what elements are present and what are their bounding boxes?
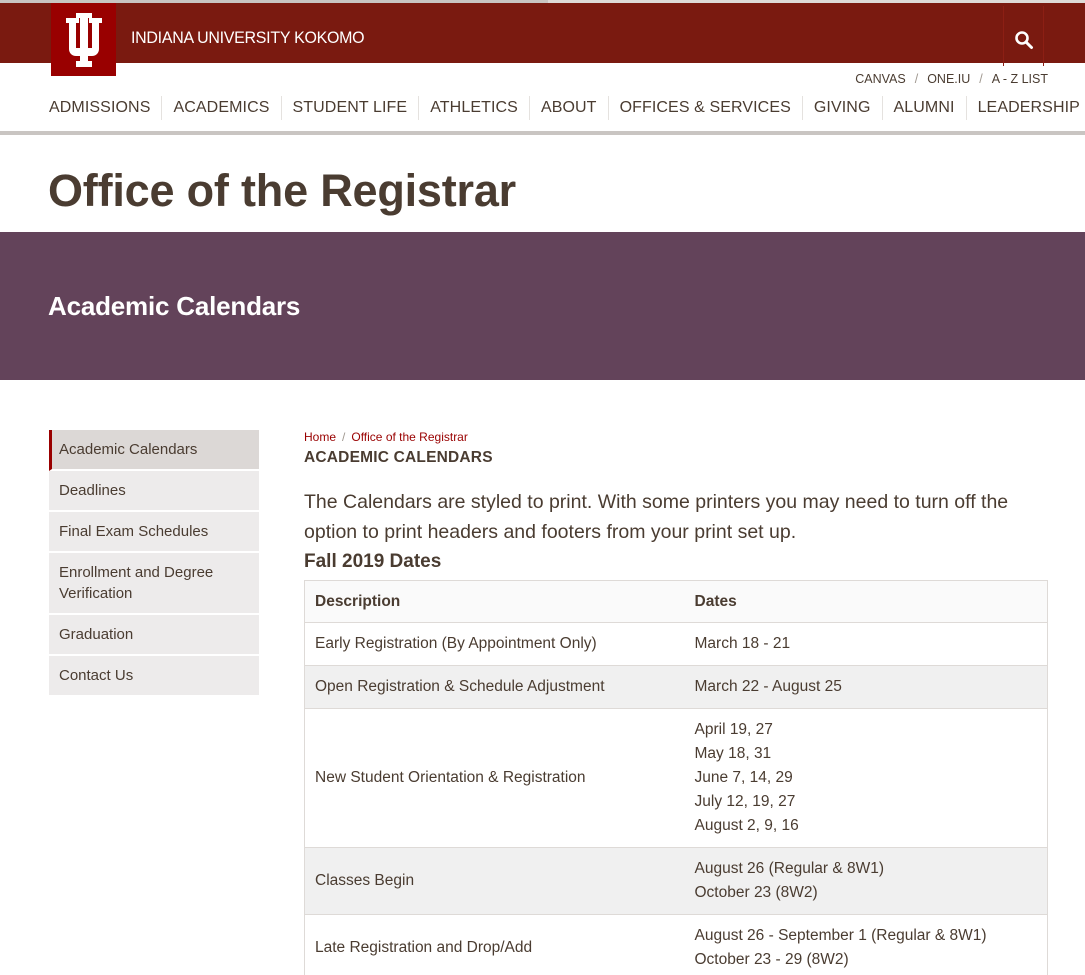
- section-sidebar: Academic Calendars Deadlines Final Exam …: [49, 430, 259, 697]
- table-row: Early Registration (By Appointment Only)…: [304, 622, 1048, 666]
- table-row: Classes Begin August 26 (Regular & 8W1) Oc…: [304, 847, 1048, 915]
- utility-nav: CANVAS / ONE.IU / A - Z LIST: [855, 72, 1048, 86]
- intro-paragraph: The Calendars are styled to print. With …: [304, 491, 1009, 543]
- iu-logo[interactable]: [51, 3, 116, 76]
- cell-dates: March 18 - 21: [684, 622, 1048, 666]
- nav-divider: [0, 131, 1085, 135]
- page-banner: Academic Calendars: [0, 232, 1085, 380]
- date-line: July 12, 19, 27: [694, 793, 796, 810]
- date-line: June 7, 14, 29: [694, 769, 793, 786]
- date-line: October 23 (8W2): [694, 884, 818, 901]
- section-title: Fall 2019 Dates: [304, 551, 442, 572]
- search-icon: [1014, 31, 1033, 49]
- table-header-row: Description Dates: [304, 580, 1048, 623]
- nav-item-about[interactable]: ABOUT: [528, 96, 608, 120]
- cell-description: Late Registration and Drop/Add: [304, 914, 685, 975]
- date-line: March 18 - 21: [694, 635, 791, 652]
- nav-item-leadership[interactable]: LEADERSHIP: [965, 96, 1080, 120]
- utility-separator: /: [979, 72, 983, 86]
- nav-item-offices-services[interactable]: OFFICES & SERVICES: [607, 96, 802, 120]
- date-line: May 18, 31: [694, 745, 772, 762]
- cell-dates: March 22 - August 25: [684, 665, 1048, 709]
- search-button[interactable]: [1003, 6, 1044, 66]
- cell-dates: August 26 (Regular & 8W1) October 23 (8W2…: [684, 847, 1048, 915]
- cell-dates: August 26 - September 1 (Regular & 8W1) O…: [684, 914, 1048, 975]
- sidebar-item-enrollment-verification[interactable]: Enrollment and Degree Verification: [49, 553, 259, 615]
- banner-title: Academic Calendars: [48, 291, 301, 321]
- breadcrumb: Home / Office of the Registrar: [304, 430, 1048, 444]
- sidebar-item-contact-us[interactable]: Contact Us: [49, 656, 259, 697]
- table-row: New Student Orientation & Registration Ap…: [304, 708, 1048, 848]
- breadcrumb-home[interactable]: Home: [304, 430, 336, 444]
- sidebar-item-academic-calendars[interactable]: Academic Calendars: [49, 430, 259, 471]
- date-line: March 22 - August 25: [694, 678, 842, 695]
- sidebar-item-deadlines[interactable]: Deadlines: [49, 471, 259, 512]
- nav-item-alumni[interactable]: ALUMNI: [881, 96, 966, 120]
- cell-description: Open Registration & Schedule Adjustment: [304, 665, 685, 709]
- sidebar-item-final-exam-schedules[interactable]: Final Exam Schedules: [49, 512, 259, 553]
- calendar-table: Description Dates Early Registration (By…: [304, 580, 1048, 975]
- cell-description: New Student Orientation & Registration: [304, 708, 685, 848]
- nav-item-academics[interactable]: ACADEMICS: [161, 96, 280, 120]
- column-header-dates: Dates: [684, 580, 1048, 623]
- cell-description: Classes Begin: [304, 847, 685, 915]
- utility-separator: /: [914, 72, 919, 86]
- nav-item-admissions[interactable]: ADMISSIONS: [49, 96, 161, 120]
- header-branding-bar: INDIANA UNIVERSITY KOKOMO: [0, 3, 1085, 66]
- date-line: August 26 (Regular & 8W1): [694, 860, 885, 877]
- nav-item-athletics[interactable]: ATHLETICS: [418, 96, 529, 120]
- site-title[interactable]: Office of the Registrar: [48, 165, 516, 217]
- date-line: April 19, 27: [694, 721, 773, 738]
- main-nav: ADMISSIONS ACADEMICS STUDENT LIFE ATHLET…: [49, 96, 1080, 120]
- iu-trident-icon: [66, 13, 102, 67]
- cell-dates: April 19, 27 May 18, 31 June 7, 14, 29 July…: [684, 708, 1048, 848]
- cell-description: Early Registration (By Appointment Only): [304, 622, 685, 666]
- sidebar-item-graduation[interactable]: Graduation: [49, 615, 259, 656]
- column-header-description: Description: [304, 580, 685, 623]
- brand-name-link[interactable]: INDIANA UNIVERSITY KOKOMO: [131, 28, 365, 48]
- utility-link-one-iu[interactable]: ONE.IU: [927, 72, 970, 86]
- utility-link-a-z-list[interactable]: A - Z LIST: [992, 72, 1048, 86]
- date-line: August 26 - September 1 (Regular & 8W1): [694, 927, 987, 944]
- main-content: Home / Office of the Registrar ACADEMIC …: [304, 430, 1048, 975]
- table-row: Late Registration and Drop/Add August 26 …: [304, 914, 1048, 975]
- date-line: October 23 - 29 (8W2): [694, 951, 849, 968]
- table-row: Open Registration & Schedule Adjustment M…: [304, 665, 1048, 709]
- page-heading: ACADEMIC CALENDARS: [304, 449, 493, 466]
- breadcrumb-office-of-the-registrar[interactable]: Office of the Registrar: [351, 430, 468, 444]
- date-line: August 2, 9, 16: [694, 817, 799, 834]
- utility-link-canvas[interactable]: CANVAS: [855, 72, 905, 86]
- nav-item-student-life[interactable]: STUDENT LIFE: [280, 96, 419, 120]
- breadcrumb-separator: /: [342, 430, 346, 444]
- nav-item-giving[interactable]: GIVING: [801, 96, 882, 120]
